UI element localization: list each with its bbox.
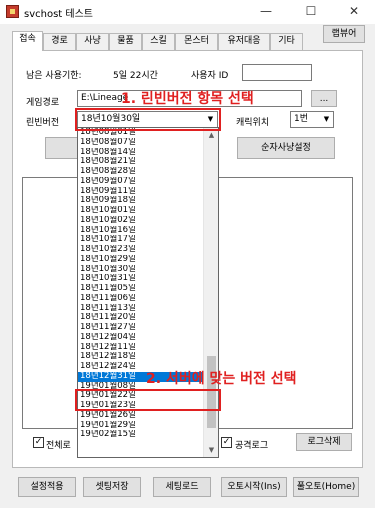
version-option[interactable]: 18년08월07일 bbox=[78, 138, 204, 148]
tab-connect[interactable]: 접속 bbox=[12, 31, 43, 51]
maximize-button[interactable]: ☐ bbox=[290, 0, 332, 24]
version-option[interactable]: 18년12월11일 bbox=[78, 343, 204, 353]
expiry-label: 남은 사용기한: bbox=[26, 71, 82, 81]
version-option[interactable]: 18년08월21일 bbox=[78, 157, 204, 167]
full-log-checkbox[interactable]: ✓ bbox=[33, 437, 44, 448]
version-option[interactable]: 18년10월02일 bbox=[78, 216, 204, 226]
version-option[interactable]: 18년11월13일 bbox=[78, 304, 204, 314]
version-option[interactable]: 18년09월11일 bbox=[78, 187, 204, 197]
step2-annotation: 2. 서버에 맞는 버전 선택 bbox=[146, 371, 297, 387]
attack-log-checkbox[interactable]: ✓ bbox=[221, 437, 232, 448]
version-option[interactable]: 18년09월07일 bbox=[78, 177, 204, 187]
tab-etc[interactable]: 기타 bbox=[270, 33, 303, 50]
tab-skills[interactable]: 스킬 bbox=[142, 33, 175, 50]
char-position-label: 캐릭위치 bbox=[236, 118, 270, 128]
version-option[interactable]: 19년02월15일 bbox=[78, 430, 204, 440]
char-position-value: 1번 bbox=[294, 114, 309, 124]
version-option[interactable]: 18년10월17일 bbox=[78, 235, 204, 245]
window-title: svchost 테스트 bbox=[24, 9, 93, 20]
auto-start-button[interactable]: 오토시작(Ins) bbox=[221, 477, 287, 497]
log-delete-button[interactable]: 로그삭제 bbox=[296, 433, 352, 451]
version-option[interactable]: 18년10월16일 bbox=[78, 226, 204, 236]
order-hunt-settings-button[interactable]: 순자사냥설정 bbox=[237, 137, 335, 159]
version-option[interactable]: 18년12월04일 bbox=[78, 333, 204, 343]
version-option[interactable]: 18년10월31일 bbox=[78, 274, 204, 284]
scroll-down-icon[interactable]: ▼ bbox=[204, 443, 218, 457]
full-auto-button[interactable]: 풀오토(Home) bbox=[293, 477, 359, 497]
tab-hunt[interactable]: 사냥 bbox=[76, 33, 109, 50]
step1-annotation: 1. 린빈버전 항목 선택 bbox=[121, 91, 254, 107]
title-bar: svchost 테스트 — ☐ ✕ bbox=[0, 0, 375, 24]
apply-settings-button[interactable]: 설정적용 bbox=[18, 477, 76, 497]
version-label: 린빈버전 bbox=[26, 118, 60, 128]
version-option[interactable]: 19년01월29일 bbox=[78, 421, 204, 431]
tab-monsters[interactable]: 몬스터 bbox=[175, 33, 218, 50]
version-option[interactable]: 18년11월20일 bbox=[78, 313, 204, 323]
version-option[interactable]: 18년10월23일 bbox=[78, 245, 204, 255]
expiry-value: 5일 22시간 bbox=[113, 71, 158, 81]
tab-items[interactable]: 물품 bbox=[109, 33, 142, 50]
tab-user-response[interactable]: 유저대응 bbox=[218, 33, 270, 50]
minimize-button[interactable]: — bbox=[245, 0, 287, 24]
browse-button[interactable]: ... bbox=[311, 90, 337, 107]
version-option[interactable]: 19년01월26일 bbox=[78, 411, 204, 421]
version-option[interactable]: 18년10월29일 bbox=[78, 255, 204, 265]
load-settings-button[interactable]: 세팅로드 bbox=[153, 477, 211, 497]
version-option[interactable]: 18년09월18일 bbox=[78, 196, 204, 206]
version-option[interactable]: 18년11월06일 bbox=[78, 294, 204, 304]
version-option[interactable]: 18년11월05일 bbox=[78, 284, 204, 294]
full-log-label: 전체로 bbox=[46, 441, 71, 451]
attack-log-label: 공격로그 bbox=[235, 441, 269, 451]
favorites-button[interactable]: 랩뷰어 bbox=[323, 25, 365, 43]
chevron-down-icon[interactable]: ▼ bbox=[319, 112, 333, 127]
version-option[interactable]: 18년12월18일 bbox=[78, 352, 204, 362]
step2-highlight bbox=[75, 389, 221, 411]
user-id-input[interactable] bbox=[242, 64, 312, 81]
version-option[interactable]: 18년08월14일 bbox=[78, 148, 204, 158]
tab-path[interactable]: 경로 bbox=[43, 33, 76, 50]
app-icon bbox=[6, 5, 19, 18]
char-position-select[interactable]: 1번 ▼ bbox=[290, 111, 334, 128]
save-settings-button[interactable]: 셋팅저장 bbox=[83, 477, 141, 497]
version-option[interactable]: 18년11월27일 bbox=[78, 323, 204, 333]
version-option[interactable]: 18년10월30일 bbox=[78, 265, 204, 275]
close-button[interactable]: ✕ bbox=[333, 0, 375, 24]
game-path-label: 게임경로 bbox=[26, 98, 60, 108]
version-option[interactable]: 18년10월01일 bbox=[78, 206, 204, 216]
version-option[interactable]: 18년08월28일 bbox=[78, 167, 204, 177]
user-id-label: 사용자 ID bbox=[191, 71, 229, 81]
step1-highlight bbox=[75, 108, 221, 131]
